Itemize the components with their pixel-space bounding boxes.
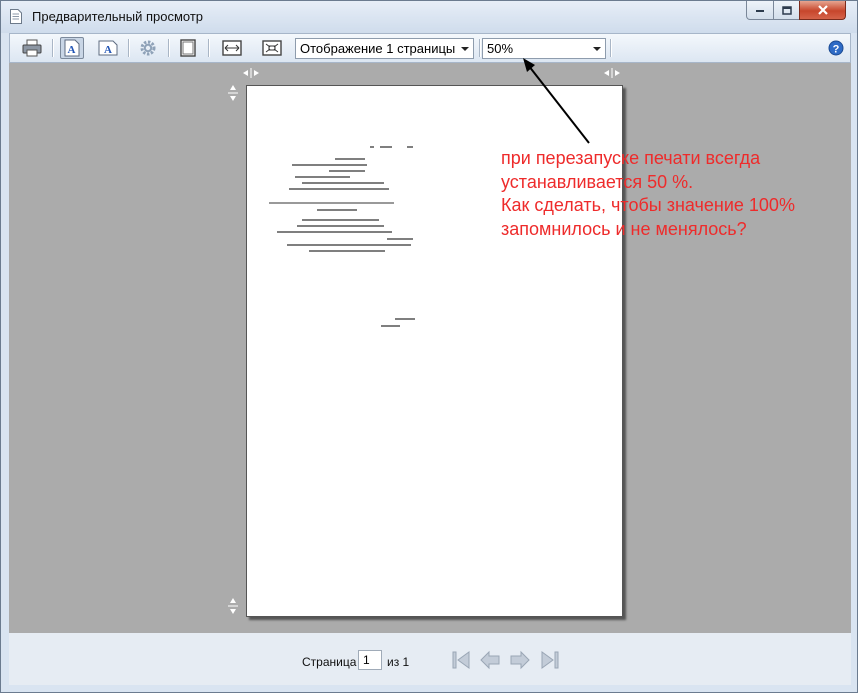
toolbar-separator [208, 39, 210, 57]
annotation-line: запомнилось и не менялось? [501, 218, 747, 239]
toolbar-separator [128, 39, 130, 57]
next-page-icon[interactable] [509, 650, 531, 670]
print-preview-window: Предварительный просмотр A A Отображение… [0, 0, 858, 693]
svg-text:A: A [68, 44, 76, 56]
fit-width-button[interactable] [220, 37, 244, 59]
help-button[interactable]: ? [824, 37, 848, 59]
annotation-line: при перезапуске печати всегда [501, 148, 761, 168]
window-title: Предварительный просмотр [32, 9, 204, 24]
toolbar-separator [52, 39, 54, 57]
fit-page-icon [262, 40, 282, 56]
settings-gear-icon [140, 40, 156, 56]
landscape-text-button[interactable]: A [96, 37, 120, 59]
print-icon [22, 39, 42, 57]
help-icon: ? [828, 40, 844, 56]
text-a-icon: A [98, 40, 118, 56]
page-fit-icon [180, 39, 196, 57]
title-bar: Предварительный просмотр [1, 1, 857, 33]
pages-mode-value: Отображение 1 страницы [300, 41, 456, 56]
fit-width-icon [222, 40, 242, 56]
toolbar-separator [610, 39, 612, 57]
previous-page-icon[interactable] [479, 650, 501, 670]
page-number-input[interactable]: 1 [358, 650, 382, 670]
svg-text:A: A [104, 44, 112, 56]
close-icon [817, 5, 828, 15]
preview-area[interactable]: при перезапуске печати всегда устанавлив… [9, 58, 851, 633]
page-count-label: из 1 [387, 655, 410, 669]
chevron-down-icon [593, 47, 601, 51]
page-label: Страница [302, 655, 357, 669]
annotation-line: устанавливается 50 %. [501, 171, 694, 192]
margin-top-handle-icon[interactable] [228, 84, 238, 102]
svg-text:?: ? [833, 44, 840, 56]
document-icon [10, 9, 22, 24]
chevron-down-icon [461, 47, 469, 51]
margin-left-handle-icon[interactable] [242, 68, 260, 78]
last-page-icon[interactable] [539, 650, 561, 670]
toolbar-separator [479, 39, 481, 57]
maximize-icon [781, 5, 792, 15]
margin-bottom-handle-icon[interactable] [228, 597, 238, 615]
annotation-text: при перезапуске печати всегда устанавлив… [501, 147, 851, 241]
close-button[interactable] [799, 1, 846, 20]
preview-toolbar: A A Отображение 1 страницы 50% ? [9, 33, 851, 63]
print-button[interactable] [20, 37, 44, 59]
one-page-button[interactable] [176, 37, 200, 59]
zoom-value: 50% [487, 41, 514, 56]
maximize-button[interactable] [773, 1, 800, 20]
annotation-line: Как сделать, чтобы значение 100% [501, 195, 795, 215]
minimize-icon [756, 10, 764, 12]
text-a-blue-icon: A [64, 39, 80, 57]
portrait-text-button[interactable]: A [60, 37, 84, 59]
settings-button[interactable] [136, 37, 160, 59]
toolbar-separator [168, 39, 170, 57]
zoom-select[interactable]: 50% [482, 38, 606, 59]
annotation-arrow-icon [523, 58, 590, 144]
page-navigation-bar: Страница 1 из 1 [9, 633, 851, 685]
fit-page-button[interactable] [260, 37, 284, 59]
pages-mode-select[interactable]: Отображение 1 страницы [295, 38, 474, 59]
minimize-button[interactable] [746, 1, 774, 20]
first-page-icon[interactable] [450, 650, 472, 670]
